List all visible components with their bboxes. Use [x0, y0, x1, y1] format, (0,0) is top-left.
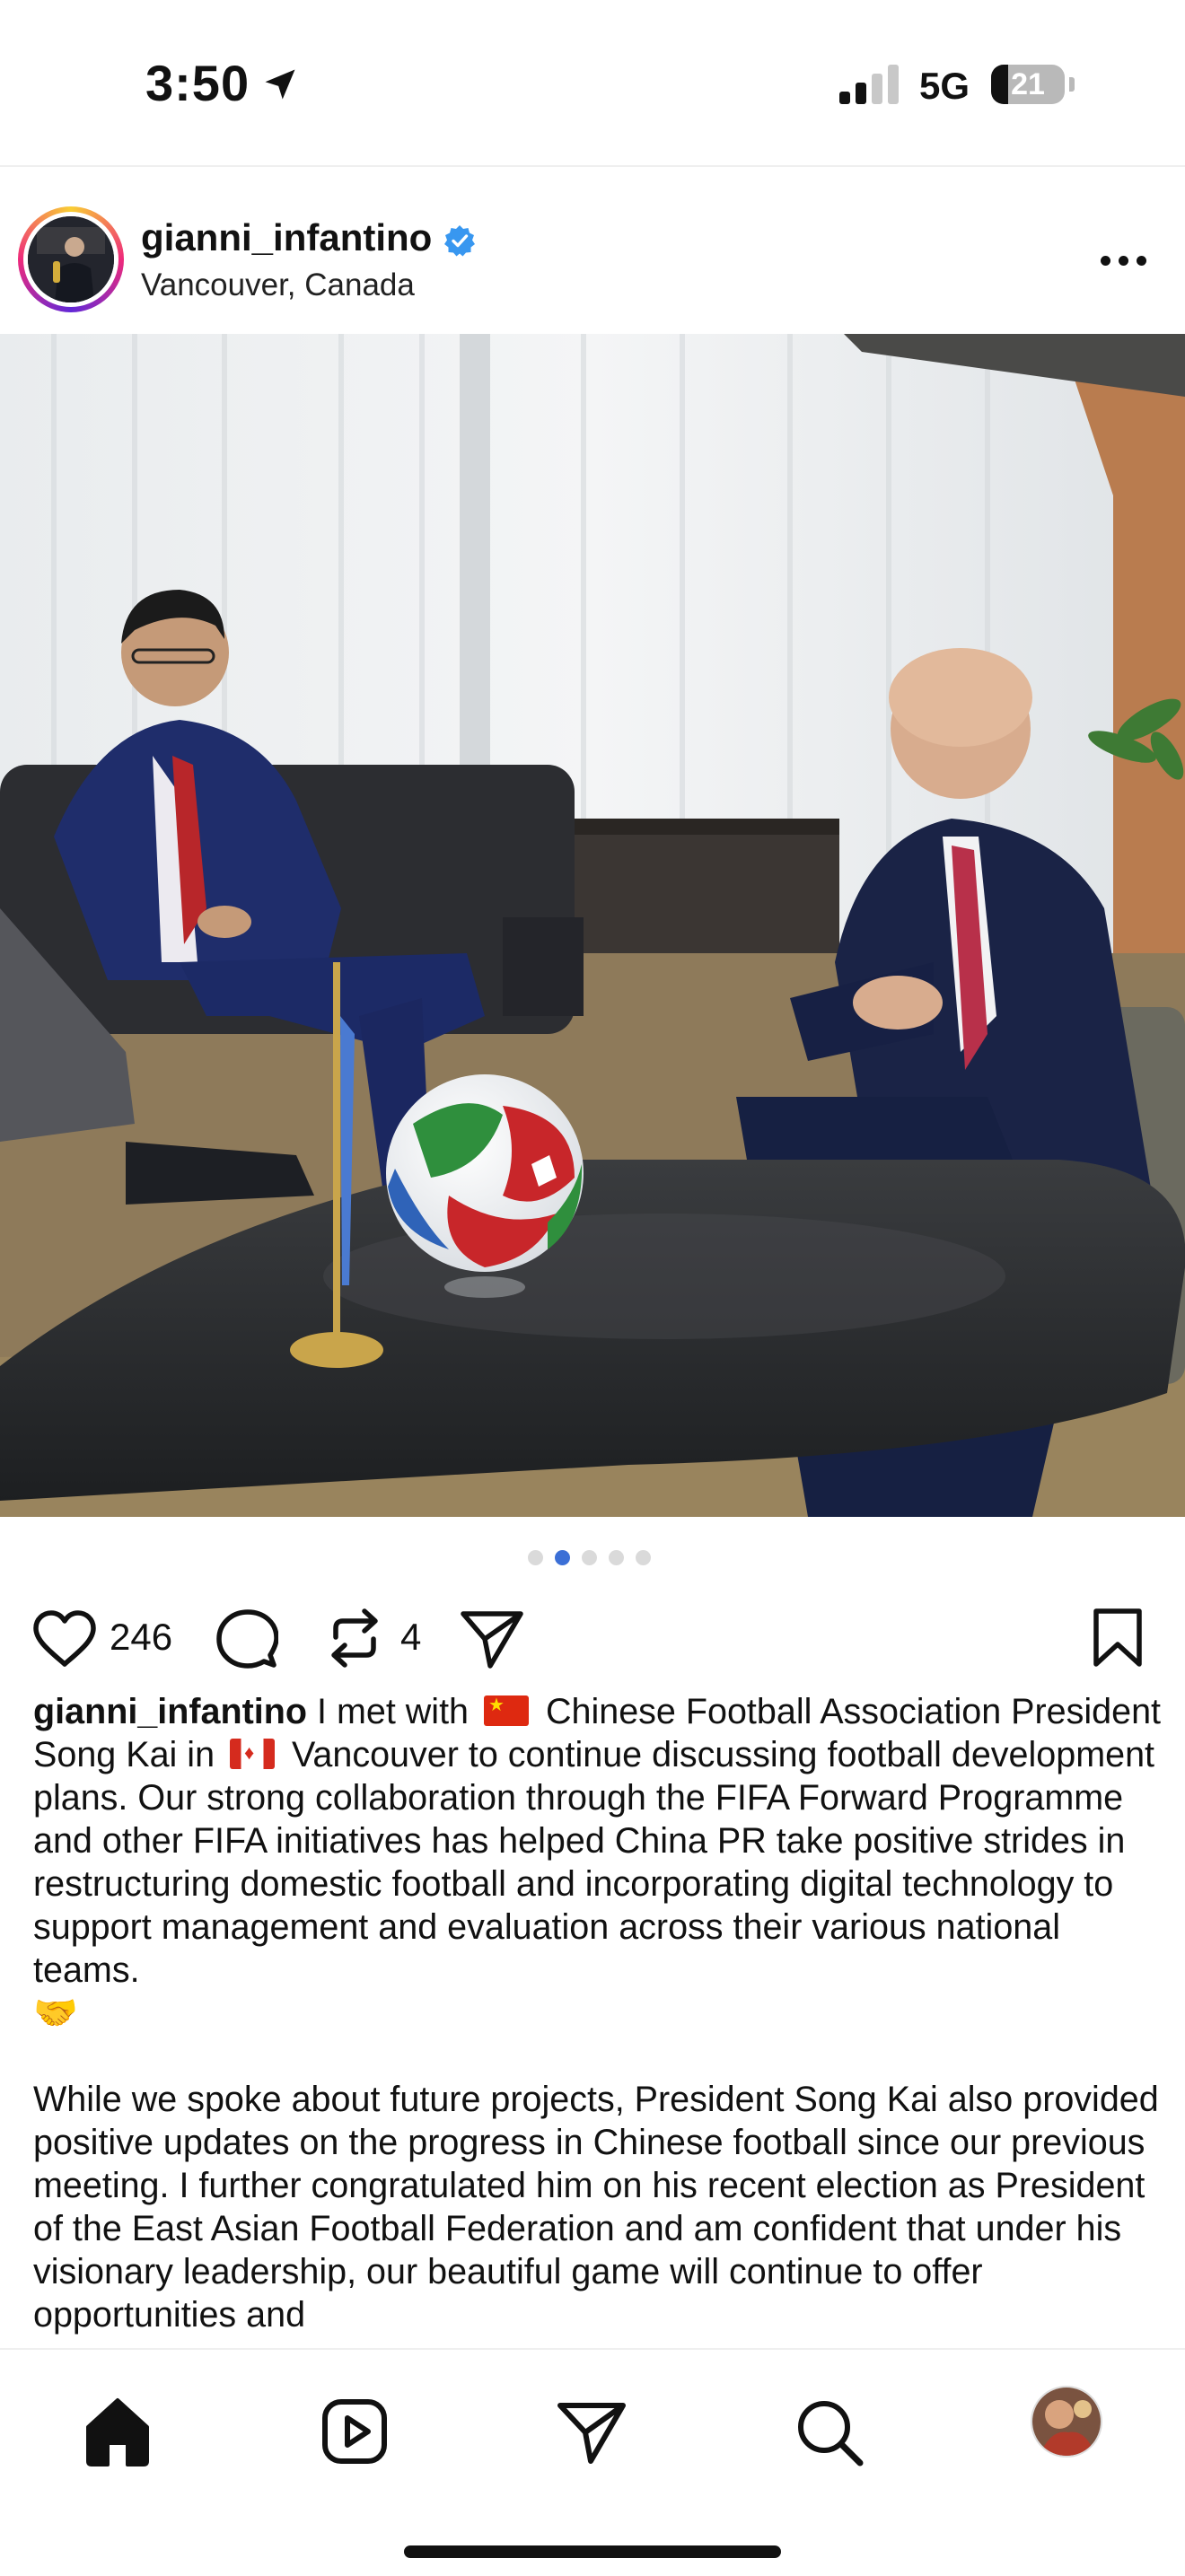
battery-level: 21 — [1011, 67, 1045, 101]
post-location[interactable]: Vancouver, Canada — [141, 267, 415, 303]
battery-icon: 21 — [991, 65, 1065, 104]
carousel-dot — [609, 1550, 624, 1565]
home-indicator — [404, 2545, 781, 2558]
carousel-dot-active — [555, 1550, 570, 1565]
post-header: gianni_infantino Vancouver, Canada — [0, 167, 1185, 333]
bookmark-icon[interactable] — [1092, 1607, 1144, 1669]
bottom-navigation — [0, 2348, 1185, 2576]
profile-avatar[interactable] — [1031, 2386, 1102, 2458]
post-photo[interactable] — [0, 334, 1185, 1517]
more-options-icon[interactable] — [1101, 256, 1147, 268]
reels-icon[interactable] — [314, 2391, 395, 2472]
send-icon[interactable] — [551, 2391, 632, 2472]
carousel-indicator — [528, 1550, 654, 1568]
like-count[interactable]: 246 — [110, 1616, 172, 1659]
author-avatar[interactable] — [18, 206, 124, 312]
location-arrow-icon — [265, 69, 295, 100]
caption-paragraph-1: gianni_infantino I met with Chinese Foot… — [33, 1690, 1164, 2035]
heart-icon[interactable] — [32, 1610, 97, 1668]
caption-text-1a: I met with — [317, 1692, 478, 1731]
search-icon[interactable] — [788, 2391, 869, 2472]
repost-count[interactable]: 4 — [400, 1616, 421, 1659]
caption-username[interactable]: gianni_infantino — [33, 1692, 307, 1731]
china-flag-emoji — [484, 1695, 529, 1726]
battery-cap — [1069, 77, 1075, 92]
handshake-emoji: 🤝 — [33, 1993, 78, 2033]
send-icon[interactable] — [460, 1608, 524, 1669]
status-time: 3:50 — [145, 55, 250, 111]
home-icon[interactable] — [77, 2391, 158, 2472]
carousel-dot — [636, 1550, 651, 1565]
caption-paragraph-2: While we spoke about future projects, Pr… — [33, 2080, 1159, 2335]
carousel-dot — [528, 1550, 543, 1565]
verified-badge-icon — [444, 225, 475, 257]
author-username[interactable]: gianni_infantino — [141, 216, 432, 259]
canada-flag-emoji — [230, 1739, 276, 1769]
post-actions: 246 4 — [0, 1589, 1185, 1687]
repost-icon[interactable] — [325, 1607, 384, 1669]
carousel-dot — [582, 1550, 597, 1565]
comment-icon[interactable] — [215, 1608, 278, 1671]
cellular-signal-icon — [839, 63, 900, 104]
status-bar: 3:50 5G 21 — [0, 0, 1185, 166]
post-caption: gianni_infantino I met with Chinese Foot… — [33, 1690, 1164, 2345]
network-type: 5G — [919, 65, 970, 107]
